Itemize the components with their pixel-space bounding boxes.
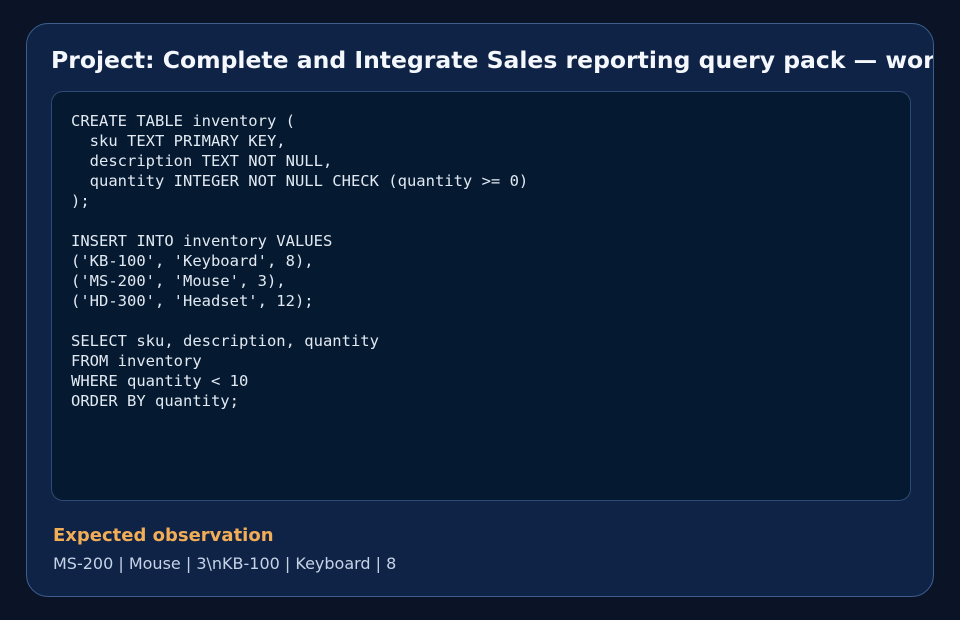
code-line: description TEXT NOT NULL, [71, 152, 333, 170]
code-line: sku TEXT PRIMARY KEY, [71, 132, 286, 150]
project-card: Project: Complete and Integrate Sales re… [26, 23, 934, 597]
code-line: WHERE quantity < 10 [71, 372, 249, 390]
expected-observation-label: Expected observation [53, 525, 274, 546]
code-line: ); [71, 192, 90, 210]
code-line: CREATE TABLE inventory ( [71, 112, 295, 130]
project-title: Project: Complete and Integrate Sales re… [51, 46, 934, 74]
code-line: quantity INTEGER NOT NULL CHECK (quantit… [71, 172, 529, 190]
code-line: ('KB-100', 'Keyboard', 8), [71, 252, 314, 270]
code-line: ('HD-300', 'Headset', 12); [71, 292, 314, 310]
expected-observation-value: MS-200 | Mouse | 3\nKB-100 | Keyboard | … [53, 554, 397, 573]
code-line: SELECT sku, description, quantity [71, 332, 379, 350]
code-line: ORDER BY quantity; [71, 392, 239, 410]
sql-code-panel[interactable]: CREATE TABLE inventory ( sku TEXT PRIMAR… [51, 91, 911, 501]
code-line: FROM inventory [71, 352, 202, 370]
code-line: ('MS-200', 'Mouse', 3), [71, 272, 286, 290]
code-line: INSERT INTO inventory VALUES [71, 232, 333, 250]
sql-code-block[interactable]: CREATE TABLE inventory ( sku TEXT PRIMAR… [71, 111, 528, 411]
